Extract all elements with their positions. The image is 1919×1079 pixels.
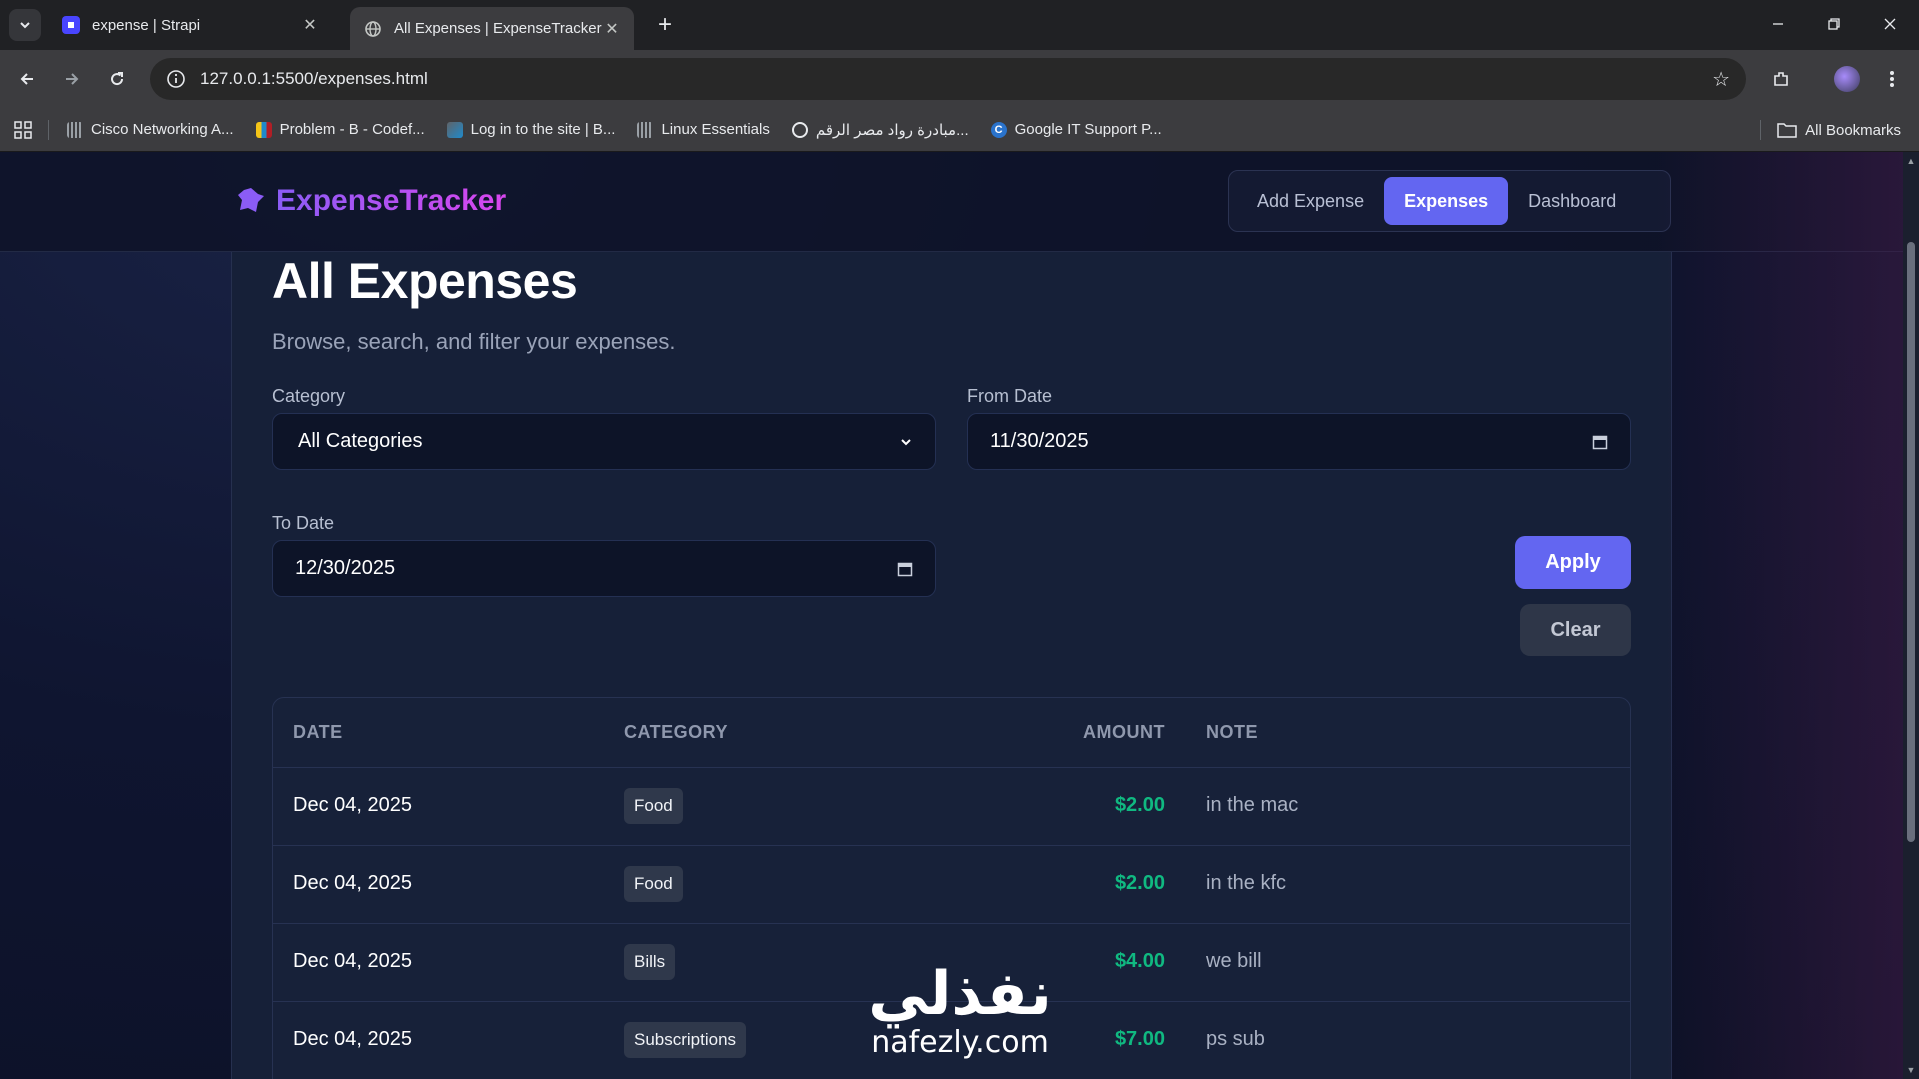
site-icon (446, 121, 463, 138)
app-header: ExpenseTracker Add Expense Expenses Dash… (0, 152, 1903, 252)
bookmark-login[interactable]: Log in to the site | B... (446, 121, 615, 138)
browser-toolbar: 127.0.0.1:5500/expenses.html ☆ (0, 50, 1919, 108)
bookmarks-divider (48, 119, 49, 140)
category-select[interactable]: All Categories (272, 413, 936, 470)
table-row[interactable]: Dec 04, 2025 Food $2.00 in the kfc (273, 846, 1630, 924)
globe-icon (791, 121, 808, 138)
page-scrollbar[interactable]: ▲ ▼ (1903, 152, 1919, 1079)
bookmark-google-it[interactable]: C Google IT Support P... (990, 121, 1162, 138)
new-tab-button[interactable]: + (650, 10, 680, 40)
header-category[interactable]: CATEGORY (624, 722, 728, 743)
nav-add-expense[interactable]: Add Expense (1237, 177, 1384, 225)
page-subtitle: Browse, search, and filter your expenses… (272, 329, 676, 354)
row-date: Dec 04, 2025 (293, 950, 412, 972)
site-info-icon[interactable] (166, 69, 186, 89)
main-nav: Add Expense Expenses Dashboard (1228, 170, 1671, 232)
menu-kebab-icon[interactable] (1875, 62, 1909, 96)
table-header: DATE CATEGORY AMOUNT NOTE (273, 698, 1630, 768)
row-note: in the kfc (1206, 872, 1287, 894)
watermark: نفذلي nafezly.com (855, 962, 1065, 1060)
bookmark-codeforces[interactable]: Problem - B - Codef... (255, 121, 425, 138)
profile-avatar[interactable] (1830, 62, 1864, 96)
codeforces-icon (255, 121, 272, 138)
page-title: All Expenses (272, 253, 578, 309)
category-badge: Food (624, 788, 683, 824)
folder-icon (1777, 123, 1797, 138)
back-icon[interactable] (10, 62, 44, 96)
apply-button[interactable]: Apply (1515, 536, 1631, 589)
bookmark-cisco[interactable]: Cisco Networking A... (67, 121, 234, 138)
to-date-value: 12/30/2025 (295, 557, 396, 579)
from-date-label: From Date (967, 386, 1053, 406)
from-date-input[interactable]: 11/30/2025 (967, 413, 1631, 470)
brand-name: ExpenseTracker (276, 184, 507, 217)
clear-button[interactable]: Clear (1520, 604, 1631, 656)
row-date: Dec 04, 2025 (293, 1028, 412, 1050)
category-value: All Categories (298, 430, 423, 452)
row-note: we bill (1206, 950, 1262, 972)
close-icon[interactable]: ✕ (300, 15, 320, 35)
row-amount: $2.00 (1114, 872, 1165, 894)
calendar-icon[interactable] (1592, 434, 1608, 450)
category-badge: Food (624, 866, 683, 902)
row-date: Dec 04, 2025 (293, 872, 412, 894)
row-amount: $7.00 (1114, 1028, 1165, 1050)
minimize-icon[interactable] (1750, 0, 1806, 48)
address-bar[interactable]: 127.0.0.1:5500/expenses.html ☆ (150, 58, 1746, 100)
row-amount: $2.00 (1114, 794, 1165, 816)
watermark-latin: nafezly.com (871, 1025, 1049, 1060)
calendar-icon[interactable] (897, 561, 913, 577)
header-amount[interactable]: AMOUNT (1083, 722, 1165, 743)
chevron-down-icon (20, 22, 30, 29)
to-date-label: To Date (272, 513, 335, 533)
nav-dashboard[interactable]: Dashboard (1508, 177, 1636, 225)
strapi-icon (62, 16, 80, 34)
bookmark-arabic[interactable]: مبادرة رواد مصر الرقم... (791, 121, 969, 139)
nav-expenses[interactable]: Expenses (1384, 177, 1509, 225)
tab-title: expense | Strapi (92, 16, 201, 34)
row-date: Dec 04, 2025 (293, 794, 412, 816)
browser-tab-bar: expense | Strapi ✕ All Expenses | Expens… (0, 0, 1919, 50)
reload-icon[interactable] (100, 62, 134, 96)
scroll-up-icon[interactable]: ▲ (1906, 156, 1916, 166)
bookmark-linux[interactable]: Linux Essentials (637, 121, 770, 138)
globe-icon (364, 20, 382, 38)
forward-icon[interactable] (55, 62, 89, 96)
header-date[interactable]: DATE (293, 722, 343, 743)
extensions-icon[interactable] (1764, 62, 1798, 96)
scroll-down-icon[interactable]: ▼ (1906, 1065, 1916, 1075)
scrollbar-thumb[interactable] (1907, 242, 1915, 842)
all-bookmarks-button[interactable]: All Bookmarks (1760, 120, 1901, 140)
tab-title: All Expenses | ExpenseTracker (394, 20, 602, 37)
restore-icon[interactable] (1806, 0, 1862, 48)
row-note: ps sub (1206, 1028, 1265, 1050)
apps-grid-icon[interactable] (14, 120, 32, 139)
category-badge: Bills (624, 944, 676, 980)
from-date-value: 11/30/2025 (990, 430, 1089, 452)
category-badge: Subscriptions (624, 1022, 747, 1058)
cisco-icon (637, 121, 654, 138)
watermark-arabic: نفذلي (868, 959, 1052, 1029)
tab-search-button[interactable] (9, 9, 41, 41)
chevron-down-icon (901, 438, 911, 445)
cisco-icon (67, 121, 83, 138)
tab-expenses[interactable]: All Expenses | ExpenseTracker ✕ (350, 7, 634, 50)
tab-strapi[interactable]: expense | Strapi ✕ (48, 7, 332, 43)
page-viewport: ExpenseTracker Add Expense Expenses Dash… (0, 152, 1903, 1079)
coursera-icon: C (990, 121, 1007, 138)
bookmark-star-icon[interactable]: ☆ (1712, 67, 1730, 92)
row-amount: $4.00 (1114, 950, 1165, 972)
bookmarks-bar: Cisco Networking A... Problem - B - Code… (0, 108, 1919, 152)
table-row[interactable]: Dec 04, 2025 Food $2.00 in the mac (273, 768, 1630, 846)
window-close-icon[interactable] (1862, 0, 1918, 48)
expenses-card: All Expenses Browse, search, and filter … (231, 252, 1672, 1079)
url-text: 127.0.0.1:5500/expenses.html (200, 69, 428, 88)
header-note[interactable]: NOTE (1206, 722, 1258, 743)
category-label: Category (272, 386, 346, 406)
row-note: in the mac (1206, 794, 1299, 816)
close-icon[interactable]: ✕ (602, 19, 622, 39)
brand[interactable]: ExpenseTracker (236, 184, 506, 218)
to-date-input[interactable]: 12/30/2025 (272, 540, 936, 597)
logo-icon (238, 188, 264, 212)
